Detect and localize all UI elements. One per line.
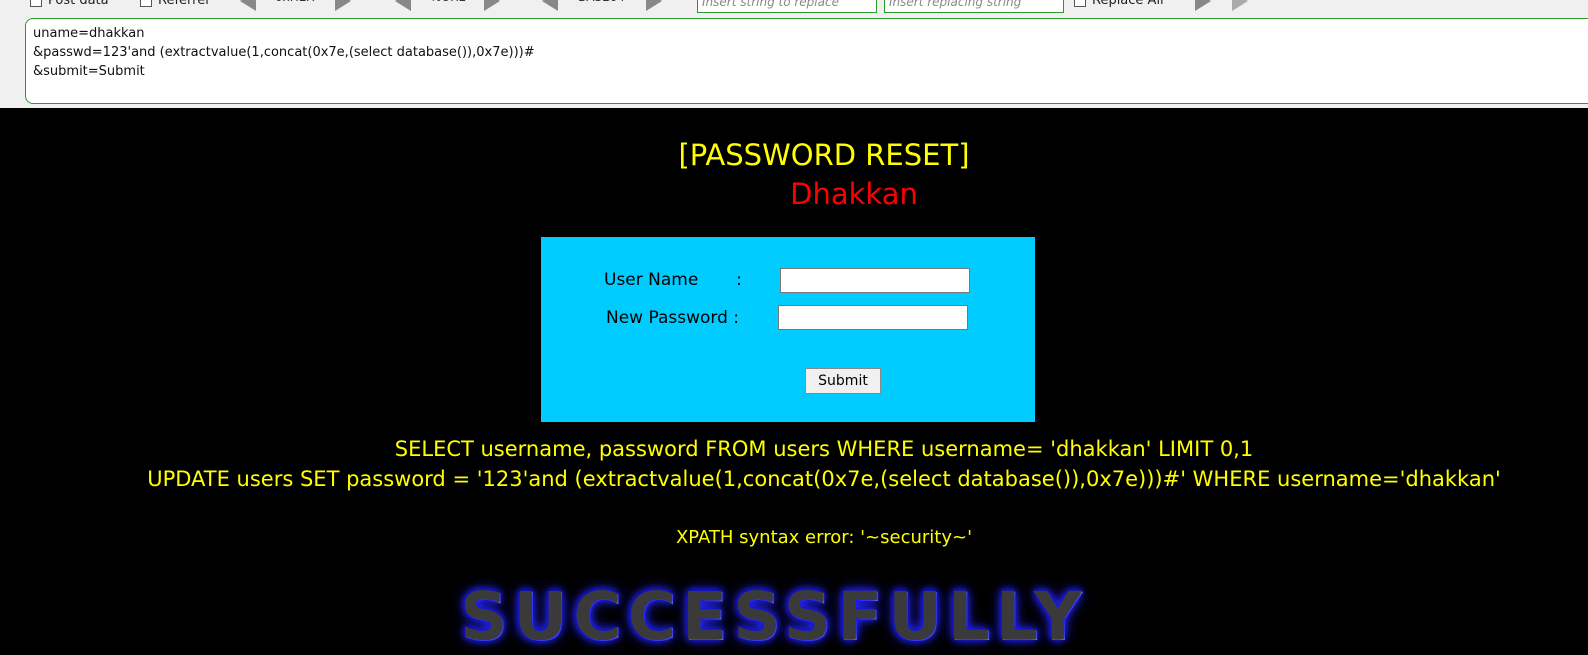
base64-label: BASE64 [578,0,625,8]
page-title: [PASSWORD RESET] [678,138,970,172]
checkbox-icon [30,0,42,7]
new-password-label: New Password : [606,308,740,328]
base64-decode-arrow-icon[interactable] [542,0,558,11]
checkbox-icon [140,0,152,7]
replace-all-checkbox[interactable]: Replace All [1074,0,1164,8]
find-string-input[interactable]: Insert string to replace [697,0,877,13]
replace-back-arrow-icon[interactable] [1232,0,1248,11]
post-data-panel: uname=dhakkan &passwd=123'and (extractva… [0,16,1588,108]
username-input[interactable] [780,268,970,293]
new-password-input[interactable] [778,305,968,330]
replace-arrow-icon[interactable] [1195,0,1211,11]
post-data-line: &passwd=123'and (extractvalue(1,concat(0… [33,45,535,60]
url-label: %URL [430,0,465,8]
post-data-line: &submit=Submit [33,64,145,79]
password-reset-form: User Name : New Password : Submit [541,237,1035,422]
url-encode-arrow-icon[interactable] [484,0,500,11]
hex-encode-arrow-icon[interactable] [335,0,351,11]
replace-string-input[interactable]: Insert replacing string [884,0,1064,13]
checkbox-icon [1074,0,1086,7]
page-subtitle: Dhakkan [790,177,918,211]
update-query-text: UPDATE users SET password = '123'and (ex… [147,467,1501,491]
hex-decode-arrow-icon[interactable] [240,0,256,11]
hex-label: 0xHEX [275,0,315,8]
username-label: User Name : [604,270,742,290]
web-page: [PASSWORD RESET] Dhakkan User Name : New… [0,108,1588,655]
base64-encode-arrow-icon[interactable] [646,0,662,11]
post-data-textarea[interactable]: uname=dhakkan &passwd=123'and (extractva… [25,18,1588,104]
success-banner-image: SUCCESSFULLY [460,578,1088,655]
xpath-error-message: XPATH syntax error: '~security~' [675,527,973,548]
url-decode-arrow-icon[interactable] [395,0,411,11]
referrer-checkbox[interactable]: Referrer [140,0,211,8]
post-data-checkbox[interactable]: Post data [30,0,109,8]
select-query-text: SELECT username, password FROM users WHE… [394,437,1254,461]
hackbar-toolbar: Post data Referrer 0xHEX %URL BASE64 Ins… [0,0,1588,16]
post-data-line: uname=dhakkan [33,26,145,41]
submit-button[interactable]: Submit [805,368,881,394]
